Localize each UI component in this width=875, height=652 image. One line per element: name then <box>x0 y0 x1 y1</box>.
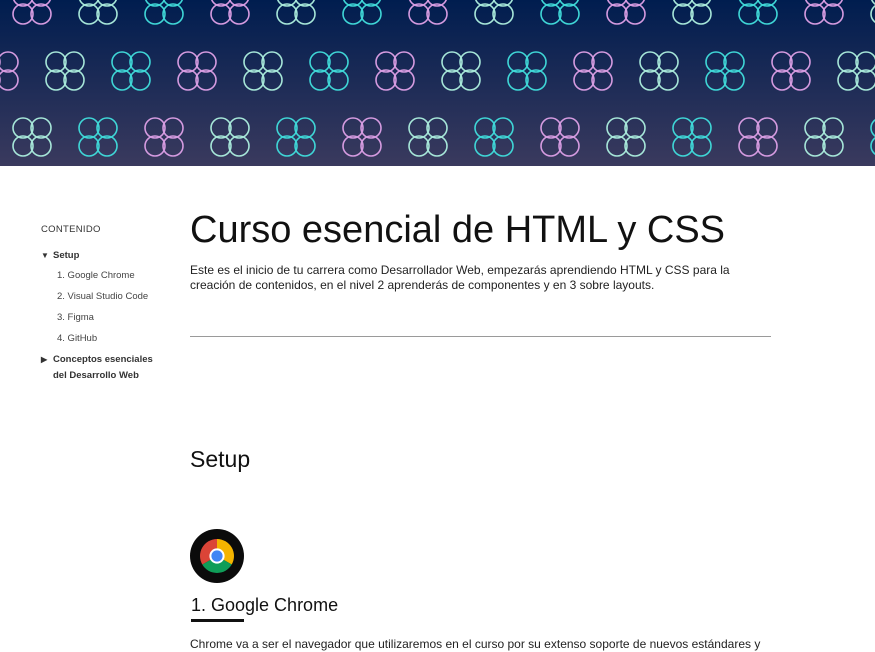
toc-item-figma[interactable]: 3. Figma <box>57 310 166 331</box>
toc-section-setup: ▼ Setup 1. Google Chrome 2. Visual Studi… <box>41 248 166 352</box>
divider <box>190 336 771 337</box>
toc-title: CONTENIDO <box>41 224 101 235</box>
heading-underline <box>191 619 244 622</box>
toc-item-github[interactable]: 4. GitHub <box>57 331 166 352</box>
toc-section-conceptos: ▶ Conceptos esenciales del Desarrollo We… <box>41 352 166 384</box>
toc-section-label: Setup <box>53 250 80 261</box>
subsection-heading: 1. Google Chrome <box>191 595 339 615</box>
main-content: Curso esencial de HTML y CSS Este es el … <box>190 204 772 293</box>
toc-item-google-chrome[interactable]: 1. Google Chrome <box>57 268 166 289</box>
toc-section-setup-toggle[interactable]: ▼ Setup <box>41 248 166 264</box>
hero-banner <box>0 0 875 166</box>
toc-items: 1. Google Chrome 2. Visual Studio Code 3… <box>57 268 166 352</box>
body-paragraph: Chrome va a ser el navegador que utiliza… <box>190 637 761 651</box>
toc-section-label: Conceptos esenciales del Desarrollo Web <box>53 354 153 381</box>
hero-pattern <box>0 0 875 166</box>
triangle-down-icon: ▼ <box>41 251 49 260</box>
toc-item-visual-studio-code[interactable]: 2. Visual Studio Code <box>57 289 166 310</box>
chrome-icon <box>190 529 244 583</box>
toc-section-conceptos-toggle[interactable]: ▶ Conceptos esenciales del Desarrollo We… <box>41 352 166 384</box>
triangle-right-icon: ▶ <box>41 355 48 364</box>
intro-paragraph: Este es el inicio de tu carrera como Des… <box>190 263 730 292</box>
section-heading: Setup <box>190 446 251 472</box>
page-title: Curso esencial de HTML y CSS <box>190 209 726 251</box>
table-of-contents: CONTENIDO ▼ Setup 1. Google Chrome 2. Vi… <box>41 224 166 384</box>
